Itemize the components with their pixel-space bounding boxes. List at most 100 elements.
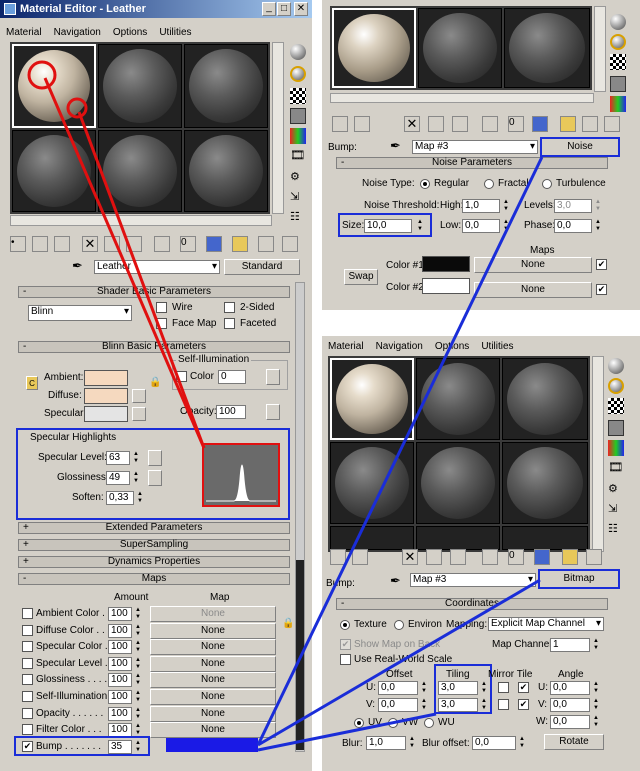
bitmap-slot-2[interactable] [416,358,500,440]
v-tile-checkbox[interactable]: ✔ [518,699,529,710]
map-slot-button[interactable]: None [150,689,276,705]
uv-tiling-icon[interactable] [608,420,624,436]
phase-spinner[interactable]: ▲ ▼ [594,219,602,233]
show-end-result-icon[interactable] [232,236,248,252]
maximize-button[interactable]: □ [277,2,291,16]
sample-type-icon[interactable] [608,358,624,374]
menu-navigation[interactable]: Navigation [376,341,423,352]
color1-swatch[interactable] [422,256,470,272]
u-angle-field[interactable]: 0,0 [550,681,590,695]
two-sided-checkbox[interactable] [224,302,235,313]
make-copy-icon[interactable] [428,116,444,132]
map-amount-field[interactable]: 100 [108,607,132,621]
regular-radio[interactable] [420,179,430,189]
fractal-radio[interactable] [484,179,494,189]
u-tiling-spinner[interactable]: ▲ ▼ [480,681,488,695]
get-material-icon[interactable] [330,549,346,565]
backlight-icon[interactable] [608,378,624,394]
u-offset-spinner[interactable]: ▲ ▼ [420,681,428,695]
map-amount-spinner[interactable]: ▲ ▼ [134,690,142,704]
background-icon[interactable] [290,88,306,104]
spec-level-map-button[interactable] [148,450,162,466]
uv-radio[interactable] [354,718,364,728]
assign-material-icon[interactable] [54,236,70,252]
spec-level-field[interactable]: 63 [106,451,130,465]
specular-swatch[interactable] [84,406,128,422]
bitmap-vscroll[interactable] [592,356,604,552]
backlight-icon[interactable] [290,66,306,82]
noise-parameters-rollout-header[interactable]: - Noise Parameters [336,157,608,169]
specular-map-button[interactable] [132,407,146,421]
map-amount-field[interactable]: 100 [108,706,132,721]
slots-vscroll[interactable] [272,42,284,214]
make-unique-icon[interactable] [452,116,468,132]
put-to-library-icon[interactable] [154,236,170,252]
u-offset-field[interactable]: 0,0 [378,681,418,695]
background-icon[interactable] [610,54,626,70]
menu-utilities[interactable]: Utilities [481,341,513,352]
select-by-material-icon[interactable]: ⇲ [608,502,624,518]
u-mirror-checkbox[interactable] [498,682,509,693]
show-map-icon[interactable] [206,236,222,252]
map-amount-field[interactable]: 100 [108,623,132,638]
wire-checkbox[interactable] [156,302,167,313]
environ-radio[interactable] [394,620,404,630]
v-tiling-spinner[interactable]: ▲ ▼ [480,698,488,712]
supersampling-rollout[interactable]: + SuperSampling [18,539,290,551]
material-name-field[interactable]: Leather [94,260,220,274]
swap-button[interactable]: Swap [344,269,378,285]
mapping-dropdown[interactable]: Explicit Map Channel [488,617,604,631]
scroll-thumb[interactable] [296,560,304,750]
bitmap-slot-6[interactable] [502,442,588,524]
map-amount-field[interactable]: 100 [108,673,132,688]
w-angle-field[interactable]: 0,0 [550,715,590,729]
size-field[interactable]: 10,0 [364,219,412,233]
noise-type-button[interactable]: Noise [540,137,620,157]
texture-radio[interactable] [340,620,350,630]
lock-ambient-diffuse[interactable]: C [26,376,38,390]
blur-offset-field[interactable]: 0,0 [472,736,516,750]
levels-spinner[interactable]: ▲ ▼ [594,199,602,213]
close-button[interactable]: ✕ [294,2,308,16]
video-color-icon[interactable] [290,128,306,144]
map-amount-spinner[interactable]: ▲ ▼ [134,607,142,621]
noise-vscroll[interactable] [594,6,606,92]
blur-field[interactable]: 1,0 [366,736,406,750]
lock-icon[interactable]: 🔒 [149,377,161,388]
map-slot-button[interactable]: None [150,722,276,739]
options-icon[interactable]: ⚙ [608,482,624,498]
map-amount-spinner[interactable]: ▲ ▼ [134,657,142,671]
pick-material-icon[interactable]: ✒ [72,258,83,274]
bitmap-slot-5[interactable] [416,442,500,524]
material-navigator-icon[interactable]: ☷ [290,210,306,226]
select-by-material-icon[interactable]: ⇲ [290,190,306,206]
self-illum-value[interactable]: 0 [218,370,246,384]
make-unique-icon[interactable] [450,549,466,565]
pick-map-icon[interactable]: ✒ [390,573,401,589]
low-field[interactable]: 0,0 [462,219,500,233]
make-preview-icon[interactable]: 🎞 [608,460,624,476]
background-icon[interactable] [608,398,624,414]
map-enable-checkbox[interactable] [22,608,33,619]
extended-parameters-rollout[interactable]: + Extended Parameters [18,522,290,534]
glossiness-spinner[interactable]: ▲ ▼ [132,471,140,485]
color1-map-checkbox[interactable]: ✔ [596,259,607,270]
map-slot-button[interactable]: None [150,606,276,622]
show-map-on-back-checkbox[interactable]: ✔ [340,639,351,650]
v-tiling-field[interactable]: 3,0 [438,698,478,712]
high-field[interactable]: 1,0 [462,199,500,213]
map-name-field[interactable]: Map #3 [410,573,536,587]
show-end-result-icon[interactable] [560,116,576,132]
show-map-icon[interactable] [534,549,550,565]
video-color-icon[interactable] [608,440,624,456]
map-enable-checkbox[interactable] [22,657,33,669]
put-to-scene-icon[interactable] [32,236,48,252]
put-to-scene-icon[interactable] [354,116,370,132]
real-world-scale-checkbox[interactable] [340,654,351,665]
map-slot-button[interactable]: None [150,655,276,672]
blur-offset-spinner[interactable]: ▲ ▼ [518,736,526,750]
show-end-result-icon[interactable] [562,549,578,565]
shader-basic-rollout-header[interactable]: - Shader Basic Parameters [18,286,290,298]
bitmap-slot-1[interactable] [330,358,414,440]
bitmap-slot-3[interactable] [502,358,588,440]
